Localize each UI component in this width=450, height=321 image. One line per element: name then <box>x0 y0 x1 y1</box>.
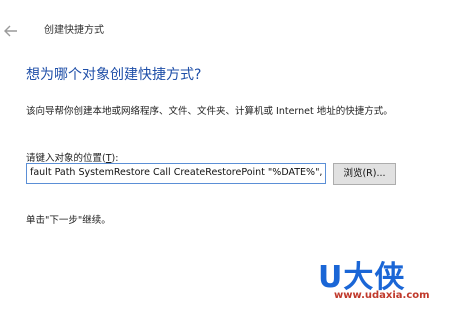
location-field-label: 请键入对象的位置(T): <box>26 150 118 164</box>
watermark-url: www.udaxia.com <box>334 290 430 301</box>
back-arrow-icon[interactable] <box>4 22 18 37</box>
continue-instruction: 单击"下一步"继续。 <box>26 215 111 226</box>
window-title: 创建快捷方式 <box>44 25 104 36</box>
page-heading: 想为哪个对象创建快捷方式? <box>26 67 202 83</box>
create-shortcut-window: 创建快捷方式 想为哪个对象创建快捷方式? 该向导帮你创建本地或网络程序、文件、文… <box>0 0 450 321</box>
browse-button[interactable]: 浏览(R)... <box>333 163 396 185</box>
location-input-value[interactable]: fault Path SystemRestore Call CreateRest… <box>30 167 325 178</box>
location-input[interactable]: fault Path SystemRestore Call CreateRest… <box>26 163 326 184</box>
title-bar: 创建快捷方式 <box>0 18 450 38</box>
wizard-description: 该向导帮你创建本地或网络程序、文件、文件夹、计算机或 Internet 地址的快… <box>26 106 393 117</box>
